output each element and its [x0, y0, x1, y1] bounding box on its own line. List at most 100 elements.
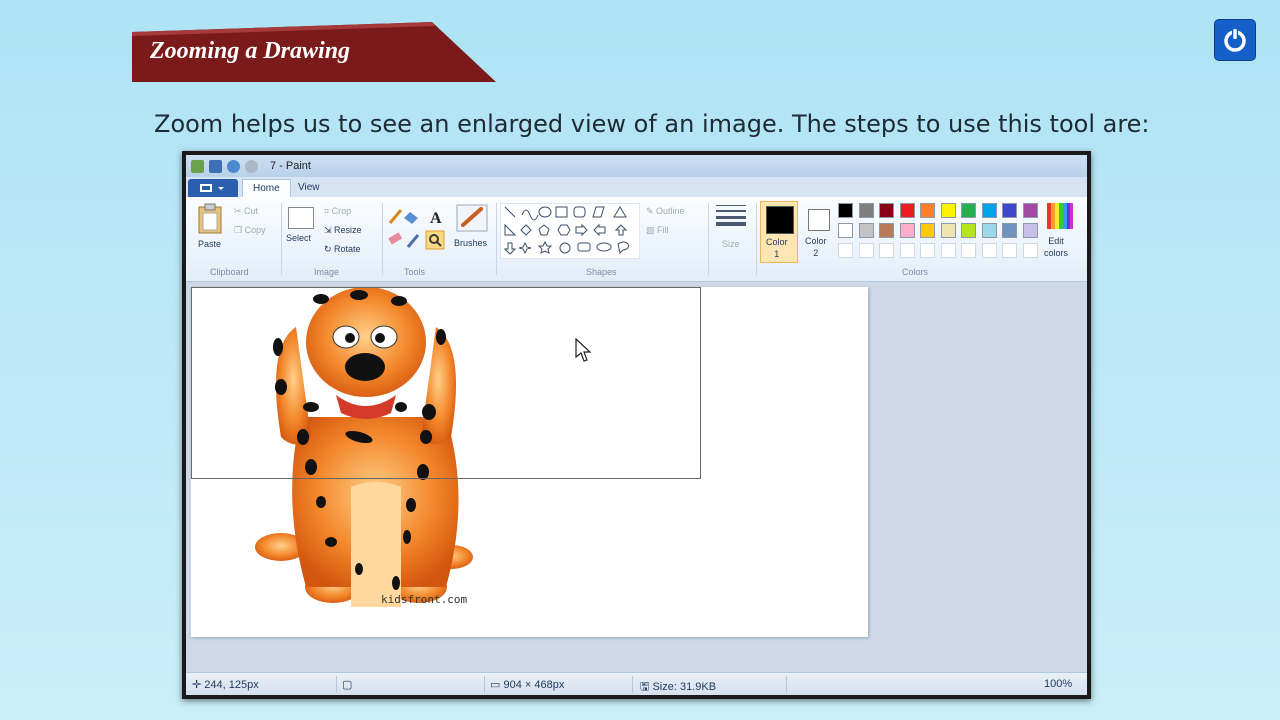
color2-button[interactable]: Color 2 — [800, 201, 838, 263]
palette-swatch[interactable] — [961, 243, 976, 258]
status-divider — [786, 676, 787, 693]
rotate-button[interactable]: ↻ Rotate — [324, 244, 361, 255]
image-group-label: Image — [314, 267, 340, 277]
ribbon-separator — [708, 203, 709, 275]
outline-button[interactable]: ✎ Outline — [646, 206, 685, 217]
cut-button[interactable]: ✂ Cut — [234, 206, 258, 217]
cursor-position: ✛ 244, 125px — [192, 679, 259, 691]
palette-swatch[interactable] — [981, 243, 997, 258]
palette-swatch[interactable] — [1002, 203, 1017, 218]
canvas-area: kidsfront.com — [186, 282, 1087, 672]
rotate-label: Rotate — [334, 244, 361, 254]
resize-button[interactable]: ⇲ Resize — [324, 225, 362, 236]
line-size-icon — [716, 205, 746, 226]
eraser-icon[interactable] — [388, 232, 403, 245]
palette-swatch[interactable] — [1002, 243, 1017, 258]
mouse-pointer-icon — [575, 338, 592, 362]
file-size: 🖫 Size: 31.9KB — [640, 681, 717, 693]
palette-swatch[interactable] — [879, 203, 894, 218]
fill-button[interactable]: ▧ Fill — [646, 225, 669, 236]
status-divider — [484, 676, 485, 693]
ribbon-separator — [756, 203, 757, 275]
tools-palette: A — [388, 209, 445, 250]
color2-label: Color 2 — [805, 236, 827, 258]
palette-swatch[interactable] — [940, 203, 956, 218]
palette-swatch[interactable] — [920, 243, 935, 258]
select-icon — [288, 207, 314, 229]
fill-label: Fill — [657, 225, 669, 235]
select-label: Select — [286, 233, 312, 243]
palette-swatch[interactable] — [899, 223, 915, 238]
status-bar: ✛ 244, 125px ▢ ▭ 904 × 468px 🖫 Size: 31.… — [186, 672, 1087, 695]
undo-icon[interactable] — [227, 159, 240, 173]
size-button[interactable]: Size — [716, 203, 750, 259]
color-palette — [838, 203, 1044, 263]
palette-swatch[interactable] — [981, 203, 997, 218]
brush-icon — [456, 204, 488, 232]
redo-icon[interactable] — [245, 159, 258, 173]
palette-swatch[interactable] — [1022, 223, 1038, 238]
palette-swatch[interactable] — [858, 243, 874, 258]
palette-swatch[interactable] — [981, 223, 997, 238]
save-icon[interactable] — [209, 159, 222, 173]
text-icon[interactable]: A — [430, 210, 442, 227]
palette-swatch[interactable] — [961, 203, 976, 218]
file-menu-icon — [200, 184, 224, 192]
palette-swatch[interactable] — [858, 203, 874, 218]
palette-swatch[interactable] — [899, 243, 915, 258]
paint-app-icon — [191, 159, 204, 173]
file-menu-button[interactable] — [188, 179, 238, 197]
palette-swatch[interactable] — [1022, 243, 1038, 258]
pencil-icon[interactable] — [388, 209, 403, 224]
palette-swatch[interactable] — [940, 223, 956, 238]
tab-view[interactable]: View — [288, 179, 330, 197]
crop-button[interactable]: ⌗ Crop — [324, 206, 351, 217]
brushes-label: Brushes — [454, 238, 488, 248]
palette-swatch[interactable] — [879, 223, 894, 238]
edit-colors-button[interactable]: Edit colors — [1040, 201, 1080, 263]
shapes-gallery[interactable] — [500, 203, 640, 259]
palette-swatch[interactable] — [858, 223, 874, 238]
palette-swatch[interactable] — [838, 243, 853, 258]
palette-swatch[interactable] — [838, 203, 853, 218]
palette-swatch[interactable] — [920, 203, 935, 218]
color1-button[interactable]: Color 1 — [760, 201, 798, 263]
color2-swatch — [808, 209, 830, 231]
brushes-button[interactable]: Brushes — [452, 203, 492, 259]
palette-swatch[interactable] — [879, 243, 894, 258]
palette-swatch[interactable] — [838, 223, 853, 238]
slide-title: Zooming a Drawing — [150, 38, 351, 64]
image-dimensions: ▭ 904 × 468px — [490, 679, 565, 691]
magnifier-icon[interactable] — [425, 230, 445, 250]
palette-swatch[interactable] — [899, 203, 915, 218]
image-dimensions-value: 904 × 468px — [503, 679, 565, 691]
power-button[interactable] — [1214, 19, 1256, 61]
paint-titlebar: 7 - Paint — [186, 155, 1087, 177]
color-picker-icon[interactable] — [406, 234, 420, 248]
copy-button[interactable]: ❐ Copy — [234, 225, 266, 236]
palette-swatch[interactable] — [961, 223, 976, 238]
colors-group-label: Colors — [902, 267, 929, 277]
drawing-canvas[interactable]: kidsfront.com — [191, 287, 868, 637]
file-size-value: Size: 31.9KB — [652, 681, 717, 693]
select-button[interactable]: Select — [286, 205, 316, 255]
size-label: Size — [722, 239, 740, 249]
power-icon — [1224, 28, 1246, 52]
palette-swatch[interactable] — [940, 243, 956, 258]
clipboard-group-label: Clipboard — [210, 267, 249, 277]
palette-swatch[interactable] — [920, 223, 935, 238]
palette-swatch[interactable] — [1002, 223, 1017, 238]
ribbon-tabs: Home View — [186, 177, 1087, 198]
selection-rectangle[interactable] — [191, 287, 701, 479]
paint-window: 7 - Paint Home View Paste ✂ Cut ❐ Copy C… — [182, 151, 1091, 699]
rainbow-palette-icon — [1047, 203, 1073, 229]
zoom-level[interactable]: 100% — [1044, 678, 1072, 690]
paste-button[interactable]: Paste — [194, 203, 226, 257]
ribbon-separator — [382, 203, 383, 275]
window-title: 7 - Paint — [270, 160, 311, 172]
shapes-group-label: Shapes — [586, 267, 617, 277]
fill-icon[interactable] — [404, 212, 418, 224]
palette-swatch[interactable] — [1022, 203, 1038, 218]
status-divider — [632, 676, 633, 693]
tab-home[interactable]: Home — [242, 179, 291, 198]
